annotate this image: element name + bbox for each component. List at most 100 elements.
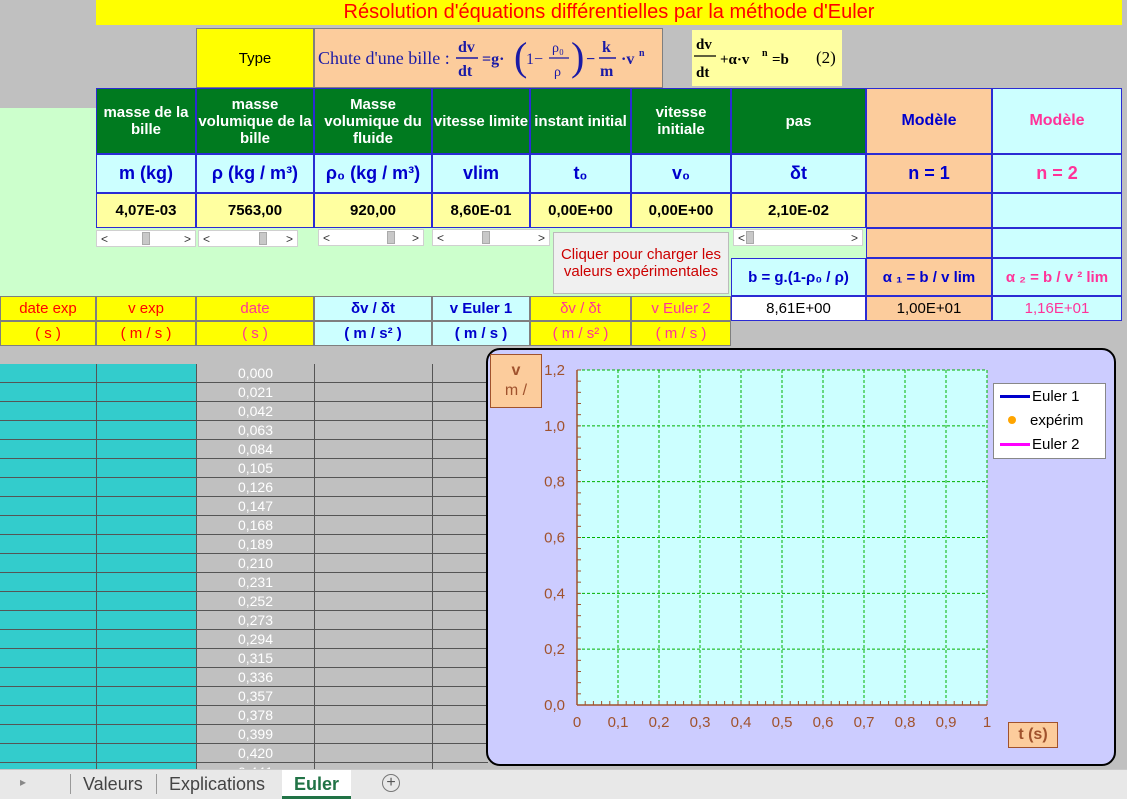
table-row[interactable] [97, 592, 196, 611]
table-row[interactable] [433, 744, 488, 763]
table-row[interactable] [97, 706, 196, 725]
date-cell[interactable]: 0,378 [197, 706, 314, 725]
table-row[interactable] [315, 611, 432, 630]
table-row[interactable] [433, 687, 488, 706]
table-row[interactable] [315, 744, 432, 763]
date-cell[interactable]: 0,420 [197, 744, 314, 763]
param-value-6[interactable]: 2,10E-02 [731, 193, 866, 228]
table-row[interactable] [97, 421, 196, 440]
table-row[interactable] [315, 706, 432, 725]
table-row[interactable] [315, 649, 432, 668]
table-row[interactable] [315, 440, 432, 459]
date-cell[interactable]: 0,105 [197, 459, 314, 478]
table-row[interactable] [97, 364, 196, 383]
table-row[interactable] [433, 383, 488, 402]
table-row[interactable] [433, 364, 488, 383]
table-row[interactable] [97, 440, 196, 459]
add-sheet-icon[interactable]: + [382, 774, 400, 792]
param-value-5[interactable]: 0,00E+00 [631, 193, 731, 228]
table-row[interactable] [97, 649, 196, 668]
date-cell[interactable]: 0,294 [197, 630, 314, 649]
table-row[interactable] [0, 630, 96, 649]
table-row[interactable] [433, 573, 488, 592]
param-value-0[interactable]: 4,07E-03 [96, 193, 196, 228]
table-row[interactable] [0, 421, 96, 440]
table-row[interactable] [0, 725, 96, 744]
load-experimental-button[interactable]: Cliquer pour charger les valeurs expérim… [553, 232, 729, 294]
scroll-thumb[interactable] [259, 232, 267, 245]
scrollbar-vlim[interactable]: < > [432, 229, 550, 246]
chevron-left-icon[interactable]: < [738, 231, 745, 245]
table-row[interactable] [315, 516, 432, 535]
table-row[interactable] [97, 459, 196, 478]
table-row[interactable] [315, 573, 432, 592]
table-row[interactable] [433, 630, 488, 649]
date-cell[interactable]: 0,168 [197, 516, 314, 535]
scrollbar-mass[interactable]: < > [96, 230, 196, 247]
table-row[interactable] [315, 459, 432, 478]
table-row[interactable] [0, 478, 96, 497]
scrollbar-fluid-density[interactable]: < > [318, 229, 424, 246]
table-row[interactable] [433, 725, 488, 744]
table-row[interactable] [0, 649, 96, 668]
table-row[interactable] [315, 554, 432, 573]
table-row[interactable] [0, 611, 96, 630]
table-row[interactable] [0, 364, 96, 383]
chevron-right-icon[interactable]: > [412, 231, 419, 245]
table-row[interactable] [433, 440, 488, 459]
table-row[interactable] [0, 516, 96, 535]
tab-valeurs[interactable]: Valeurs [71, 770, 155, 799]
table-row[interactable] [97, 668, 196, 687]
table-row[interactable] [315, 497, 432, 516]
table-row[interactable] [433, 535, 488, 554]
date-cell[interactable]: 0,021 [197, 383, 314, 402]
date-cell[interactable]: 0,399 [197, 725, 314, 744]
table-row[interactable] [97, 611, 196, 630]
date-cell[interactable]: 0,252 [197, 592, 314, 611]
param-value-3[interactable]: 8,60E-01 [432, 193, 530, 228]
table-row[interactable] [97, 554, 196, 573]
table-row[interactable] [433, 497, 488, 516]
table-row[interactable] [433, 478, 488, 497]
chevron-left-icon[interactable]: < [437, 231, 444, 245]
table-row[interactable] [433, 421, 488, 440]
table-row[interactable] [97, 535, 196, 554]
table-row[interactable] [315, 364, 432, 383]
table-row[interactable] [0, 535, 96, 554]
table-row[interactable] [433, 649, 488, 668]
tab-euler[interactable]: Euler [282, 770, 352, 799]
table-row[interactable] [0, 744, 96, 763]
table-row[interactable] [433, 706, 488, 725]
scroll-thumb[interactable] [387, 231, 395, 244]
table-row[interactable] [97, 687, 196, 706]
table-row[interactable] [315, 668, 432, 687]
scroll-thumb[interactable] [142, 232, 150, 245]
tab-scroll-left-icon[interactable]: ▸ [20, 775, 26, 789]
chevron-left-icon[interactable]: < [203, 232, 210, 246]
table-row[interactable] [433, 459, 488, 478]
date-cell[interactable]: 0,273 [197, 611, 314, 630]
date-cell[interactable]: 0,000 [197, 364, 314, 383]
table-row[interactable] [433, 554, 488, 573]
table-row[interactable] [97, 516, 196, 535]
chevron-right-icon[interactable]: > [851, 231, 858, 245]
date-cell[interactable]: 0,147 [197, 497, 314, 516]
table-row[interactable] [433, 592, 488, 611]
table-row[interactable] [0, 383, 96, 402]
table-row[interactable] [0, 592, 96, 611]
chevron-right-icon[interactable]: > [538, 231, 545, 245]
table-row[interactable] [315, 535, 432, 554]
table-row[interactable] [97, 497, 196, 516]
param-value-1[interactable]: 7563,00 [196, 193, 314, 228]
table-row[interactable] [0, 554, 96, 573]
table-row[interactable] [315, 402, 432, 421]
date-cell[interactable]: 0,063 [197, 421, 314, 440]
date-cell[interactable]: 0,231 [197, 573, 314, 592]
date-cell[interactable]: 0,042 [197, 402, 314, 421]
table-row[interactable] [97, 725, 196, 744]
table-row[interactable] [315, 421, 432, 440]
table-row[interactable] [0, 687, 96, 706]
date-cell[interactable]: 0,315 [197, 649, 314, 668]
chevron-left-icon[interactable]: < [323, 231, 330, 245]
table-row[interactable] [315, 478, 432, 497]
